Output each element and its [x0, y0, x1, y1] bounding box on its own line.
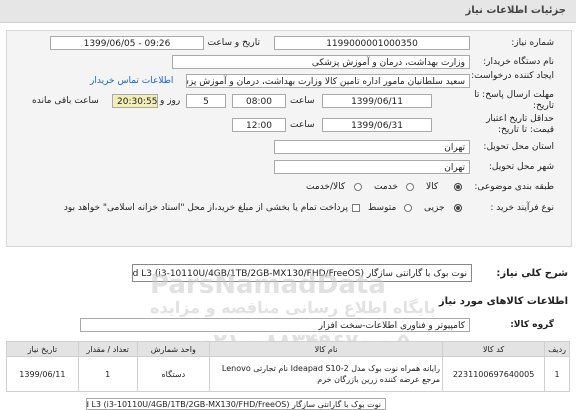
col-code: کد کالا: [442, 341, 546, 357]
row-unit: دستگاه: [136, 356, 211, 392]
watermark-line: پایگاه اطلاع رسانی مناقصه و مزایده: [150, 298, 436, 317]
col-date: تاریخ نیاز: [6, 341, 79, 357]
category-both-label: کالا/خدمت: [306, 182, 346, 192]
table-row[interactable]: 1399/06/11 1 دستگاه رایانه همراه نوت بوک…: [6, 356, 570, 392]
need-number-field: 1199000001000350: [274, 36, 470, 50]
category-service-label: خدمت: [374, 182, 398, 192]
summary-label: شرح کلی نیاز:: [496, 268, 568, 279]
remaining-time-field: 20:30:55: [112, 94, 158, 108]
purchase-type-minor-label: جزیی: [424, 203, 445, 213]
deadline-date-field: 1399/06/11: [322, 94, 432, 108]
treasury-payment-checkbox[interactable]: [352, 204, 360, 212]
buyer-contact-link[interactable]: اطلاعات تماس خریدار: [90, 76, 173, 86]
col-qty: تعداد / مقدار: [77, 341, 138, 357]
goods-table: تاریخ نیاز تعداد / مقدار واحد شمارش نام …: [6, 341, 570, 392]
city-label: شهر محل تحویل:: [488, 162, 554, 172]
col-index: ردیف: [544, 341, 570, 357]
need-number-label: شماره نیاز:: [511, 38, 554, 48]
remaining-days-field: 5: [186, 94, 226, 108]
validity-label: حداقل تاریخ اعتبار قیمت: تا تاریخ:: [486, 114, 554, 135]
remaining-time-label: ساعت باقی مانده: [32, 96, 99, 106]
province-field: تهران: [274, 140, 470, 154]
category-label: طبقه بندی موضوعی:: [474, 182, 554, 192]
deadline-time-label: ساعت: [290, 96, 315, 106]
validity-time-label: ساعت: [290, 120, 315, 130]
treasury-payment-note: پرداخت تمام یا بخشی از مبلغ خرید،از محل …: [64, 203, 348, 213]
buyer-org-field: وزارت بهداشت، درمان و آموزش پزشکی: [172, 55, 470, 69]
purchase-type-label: نوع فرآیند خرید :: [490, 203, 554, 213]
purchase-type-medium-radio[interactable]: [404, 204, 412, 212]
page-header: جزئیات اطلاعات نیاز: [0, 0, 576, 23]
goods-group-label: گروه کالا:: [510, 320, 554, 330]
row-index: 1: [544, 356, 570, 392]
validity-date-field: 1399/06/31: [322, 118, 432, 132]
purchase-type-medium-label: متوسط: [368, 203, 397, 213]
row-code: 2231100697640005: [442, 356, 546, 392]
category-goods-label: کالا: [426, 182, 439, 192]
city-field: تهران: [274, 160, 470, 174]
validity-time-field: 12:00: [232, 118, 286, 132]
days-label: روز و: [160, 96, 181, 106]
deadline-time-field: 08:00: [232, 94, 286, 108]
purchase-type-minor-radio[interactable]: [454, 204, 462, 212]
announce-date-field: 1399/06/05 - 09:26: [50, 36, 204, 50]
watermark-brand: ParsNamadData: [150, 270, 386, 300]
goods-table-header: تاریخ نیاز تعداد / مقدار واحد شمارش نام …: [6, 341, 570, 357]
creator-field: سعید سلطانیان مامور اداره تامین کالا وزا…: [186, 74, 470, 88]
col-name: نام کالا: [209, 341, 444, 357]
row-qty: 1: [77, 356, 138, 392]
row-name: رایانه همراه نوت بوک مدل Ideapad S10-2 ن…: [209, 356, 444, 392]
creator-label: ایجاد کننده درخواست:: [471, 71, 554, 81]
page-title: جزئیات اطلاعات نیاز: [465, 5, 566, 16]
buyer-org-label: نام دستگاه خریدار:: [483, 57, 554, 67]
col-unit: واحد شمارش: [136, 341, 211, 357]
province-label: استان محل تحویل:: [483, 142, 554, 152]
deadline-label: مهلت ارسال پاسخ: تا تاریخ:: [474, 90, 554, 111]
goods-group-field: کامپیوتر و فناوری اطلاعات-سخت افزار: [80, 318, 470, 332]
goods-section-title: اطلاعات کالاهای مورد نیاز: [438, 296, 568, 307]
row-date: 1399/06/11: [6, 356, 79, 392]
category-both-radio[interactable]: [354, 183, 362, 191]
category-goods-radio[interactable]: [454, 183, 462, 191]
category-service-radio[interactable]: [406, 183, 414, 191]
bottom-description-field: نوت بوک با گارانتی سازگار Lenovo Ideapad…: [86, 398, 386, 410]
